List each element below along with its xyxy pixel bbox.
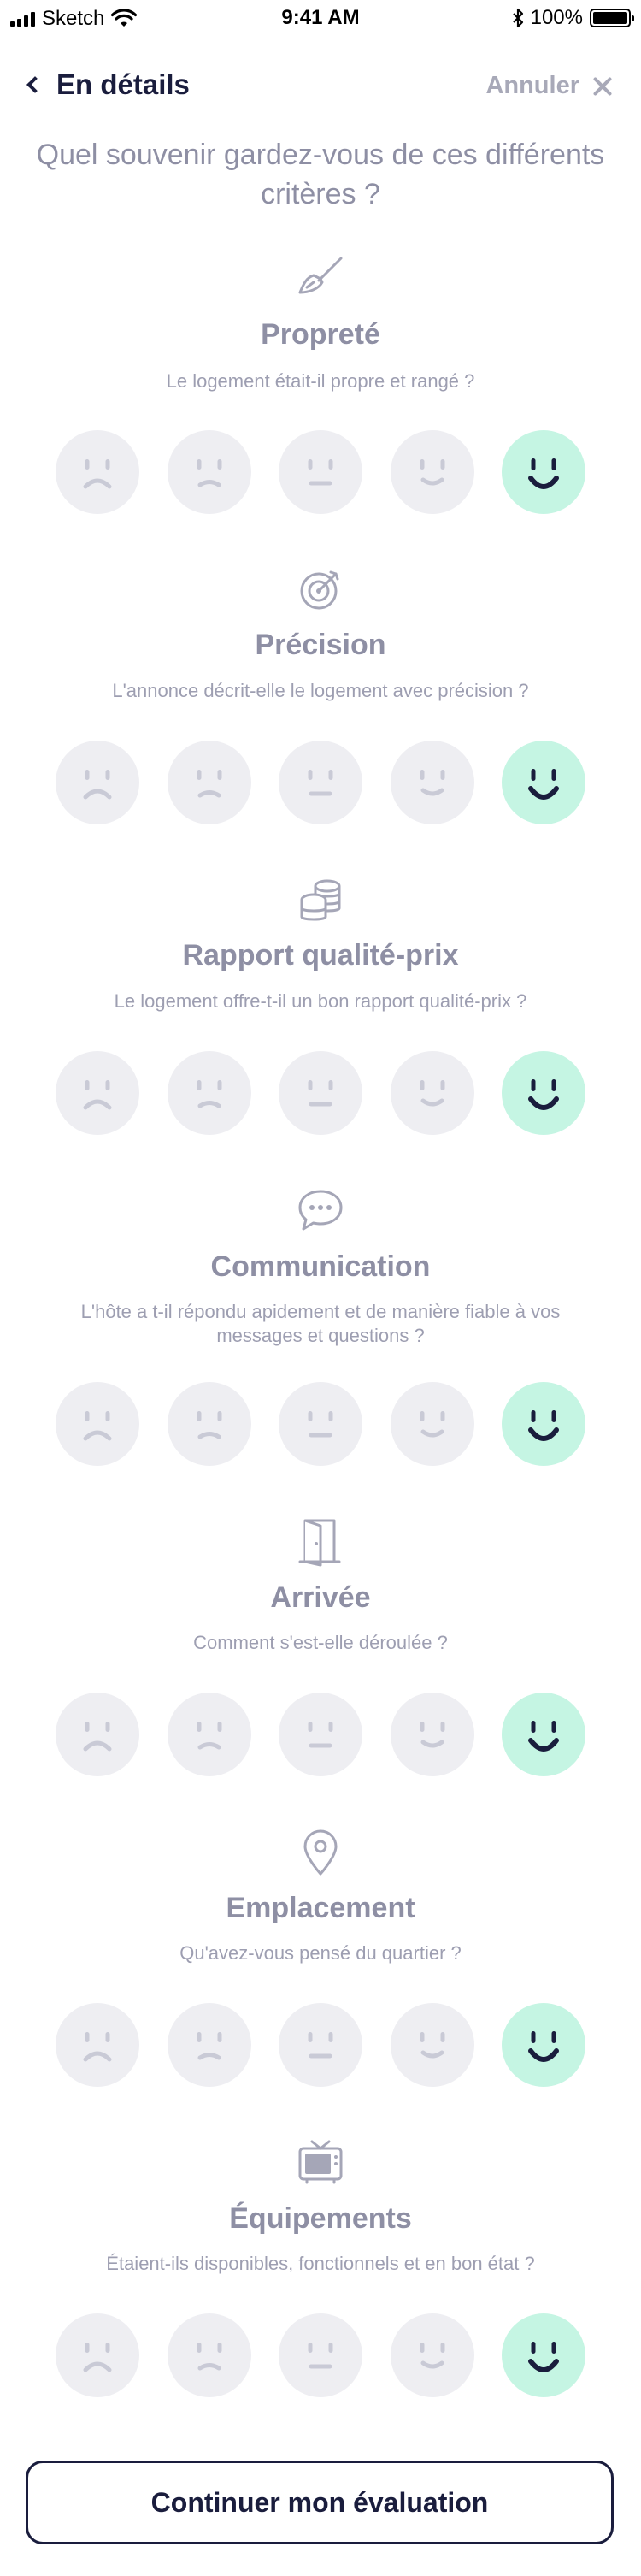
criterion-title: Équipements bbox=[229, 2202, 412, 2235]
criterion-subtitle: L'annonce décrit-elle le logement avec p… bbox=[112, 680, 529, 701]
criterion-title: Communication bbox=[210, 1250, 431, 1283]
rating-faces bbox=[56, 2003, 585, 2087]
big-smile-face-icon[interactable] bbox=[502, 1382, 585, 1466]
sad-face-icon[interactable] bbox=[167, 2003, 251, 2087]
page-question: Quel souvenir gardez-vous de ces différe… bbox=[36, 139, 605, 210]
status-bar: Sketch 9:41 AM 100% bbox=[0, 0, 641, 38]
big-smile-face-icon[interactable] bbox=[502, 2313, 585, 2397]
smile-face-icon[interactable] bbox=[390, 741, 474, 824]
rating-faces bbox=[56, 1693, 585, 1776]
sad-face-icon[interactable] bbox=[167, 1382, 251, 1466]
criterion-title: Emplacement bbox=[226, 1892, 415, 1924]
smile-face-icon[interactable] bbox=[390, 1382, 474, 1466]
criterion-subtitle: Le logement offre-t-il un bon rapport qu… bbox=[114, 990, 527, 1012]
criterion-subtitle: Qu'avez-vous pensé du quartier ? bbox=[179, 1942, 462, 1964]
battery-icon bbox=[590, 9, 634, 27]
very-sad-face-icon[interactable] bbox=[56, 1051, 139, 1135]
neutral-face-icon[interactable] bbox=[279, 430, 362, 514]
neutral-face-icon[interactable] bbox=[279, 2313, 362, 2397]
very-sad-face-icon[interactable] bbox=[56, 1693, 139, 1776]
continue-button[interactable]: Continuer mon évaluation bbox=[26, 2461, 614, 2544]
sad-face-icon[interactable] bbox=[167, 741, 251, 824]
map-pin-icon bbox=[295, 1826, 346, 1877]
neutral-face-icon[interactable] bbox=[279, 741, 362, 824]
smile-face-icon[interactable] bbox=[390, 1051, 474, 1135]
big-smile-face-icon[interactable] bbox=[502, 2003, 585, 2087]
very-sad-face-icon[interactable] bbox=[56, 2313, 139, 2397]
very-sad-face-icon[interactable] bbox=[56, 430, 139, 514]
brush-icon bbox=[295, 253, 346, 304]
sad-face-icon[interactable] bbox=[167, 1051, 251, 1135]
neutral-face-icon[interactable] bbox=[279, 1382, 362, 1466]
criterion-subtitle: Comment s'est-elle déroulée ? bbox=[193, 1632, 448, 1653]
door-icon bbox=[295, 1515, 346, 1567]
bluetooth-icon bbox=[512, 8, 523, 28]
rating-faces bbox=[56, 2313, 585, 2397]
rating-faces bbox=[56, 741, 585, 824]
coins-icon bbox=[295, 874, 346, 925]
criterion-subtitle: L'hôte a t-il répondu apidement et de ma… bbox=[80, 1301, 561, 1346]
very-sad-face-icon[interactable] bbox=[56, 741, 139, 824]
sad-face-icon[interactable] bbox=[167, 2313, 251, 2397]
smile-face-icon[interactable] bbox=[390, 2003, 474, 2087]
smile-face-icon[interactable] bbox=[390, 1693, 474, 1776]
big-smile-face-icon[interactable] bbox=[502, 1051, 585, 1135]
criterion-title: Rapport qualité-prix bbox=[182, 939, 459, 972]
status-right: 100% bbox=[512, 6, 634, 30]
rating-faces bbox=[56, 1382, 585, 1466]
rating-faces bbox=[56, 1051, 585, 1135]
sad-face-icon[interactable] bbox=[167, 1693, 251, 1776]
neutral-face-icon[interactable] bbox=[279, 1693, 362, 1776]
very-sad-face-icon[interactable] bbox=[56, 1382, 139, 1466]
target-icon bbox=[295, 564, 346, 615]
continue-label: Continuer mon évaluation bbox=[150, 2486, 489, 2518]
neutral-face-icon[interactable] bbox=[279, 1051, 362, 1135]
battery-percent: 100% bbox=[530, 6, 583, 29]
criterion-subtitle: Étaient-ils disponibles, fonctionnels et… bbox=[106, 2253, 535, 2274]
smile-face-icon[interactable] bbox=[390, 2313, 474, 2397]
big-smile-face-icon[interactable] bbox=[502, 430, 585, 514]
criterion-subtitle: Le logement était-il propre et rangé ? bbox=[166, 370, 475, 392]
back-button[interactable]: En détails bbox=[24, 68, 190, 101]
back-label: En détails bbox=[56, 68, 190, 100]
nav-bar: En détails Annuler bbox=[0, 62, 641, 113]
sad-face-icon[interactable] bbox=[167, 430, 251, 514]
criterion-title: Propreté bbox=[261, 318, 380, 351]
criterion-title: Arrivée bbox=[270, 1581, 371, 1614]
criterion-title: Précision bbox=[255, 629, 386, 661]
chevron-left-icon bbox=[26, 76, 44, 93]
rating-faces bbox=[56, 430, 585, 514]
cancel-button[interactable]: Annuler bbox=[485, 72, 612, 100]
big-smile-face-icon[interactable] bbox=[502, 1693, 585, 1776]
neutral-face-icon[interactable] bbox=[279, 2003, 362, 2087]
big-smile-face-icon[interactable] bbox=[502, 741, 585, 824]
close-icon bbox=[593, 77, 612, 96]
tv-icon bbox=[295, 2136, 346, 2188]
chat-bubble-icon bbox=[295, 1185, 346, 1236]
very-sad-face-icon[interactable] bbox=[56, 2003, 139, 2087]
cancel-label: Annuler bbox=[485, 72, 579, 99]
smile-face-icon[interactable] bbox=[390, 430, 474, 514]
